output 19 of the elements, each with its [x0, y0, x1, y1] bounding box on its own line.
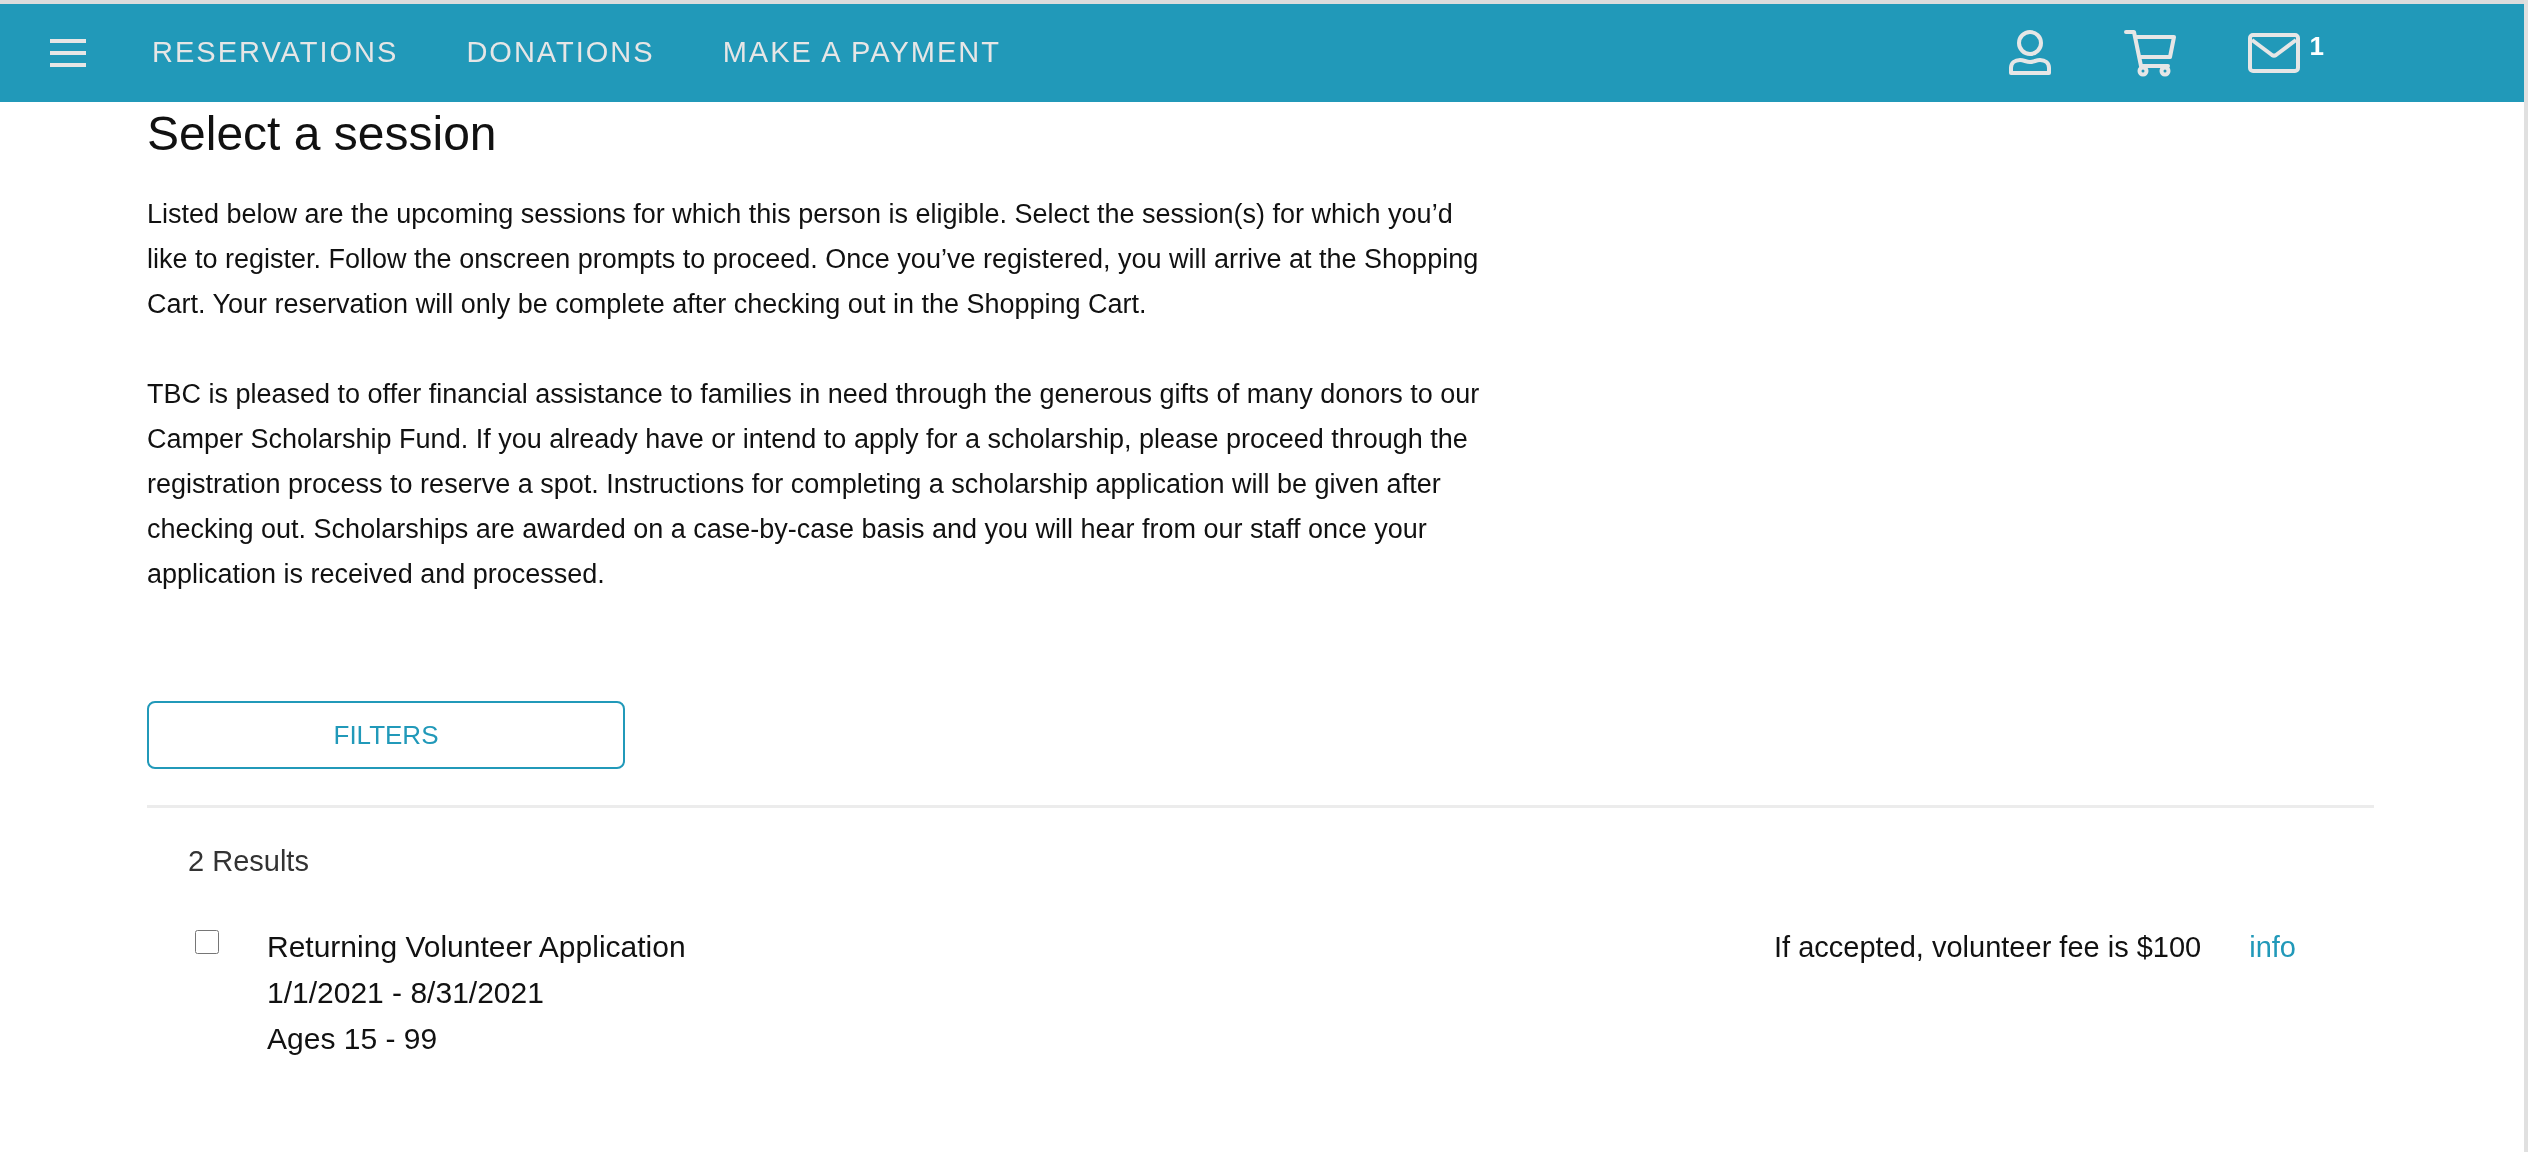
menu-icon[interactable] [50, 39, 86, 67]
info-link[interactable]: info [2249, 923, 2296, 970]
intro-paragraph: TBC is pleased to offer financial assistance to families in need through the generous gifts of many donors to our Camper Scholarship Fund. If you already have or intend to apply for a scholarship, please proceed through the registration process to reserve a spot. Instructions for completing a scholarship application will be given after checking out. Scholarships are awarded on a case-by-case basis and you will hear from our staff once your application is received and processed. [147, 378, 1481, 591]
nav-link[interactable]: RESERVATIONS [152, 31, 399, 75]
filters-button[interactable]: FILTERS [147, 701, 625, 769]
user-icon[interactable] [2007, 29, 2052, 77]
session-dates: 1/1/2021 - 8/31/2021 [267, 974, 545, 1011]
intro-paragraph: Listed below are the upcoming sessions for which this person is eligible. Select the session(s) for which you’d like to register. Follow the onscreen prompts to proceed. Once you’ve registered, you will arrive at the Shopping Cart. Your reservation will only be complete after checking out in the Shopping Cart. [147, 198, 1480, 321]
page-title: Select a session [147, 106, 498, 162]
session-checkbox[interactable] [195, 929, 219, 954]
message-count: 1 [2309, 33, 2324, 59]
session-note: If accepted, volunteer fee is $100 [1774, 929, 2202, 965]
session-ages: Ages 15 - 99 [267, 1020, 439, 1057]
nav-link[interactable]: DONATIONS [466, 31, 655, 75]
session-title: Returning Volunteer Application [267, 928, 686, 965]
mail-icon[interactable] [2247, 33, 2300, 73]
results-count: 2 Results [188, 844, 309, 879]
nav-link[interactable]: MAKE A PAYMENT [722, 31, 1001, 75]
cart-icon[interactable] [2123, 29, 2176, 77]
